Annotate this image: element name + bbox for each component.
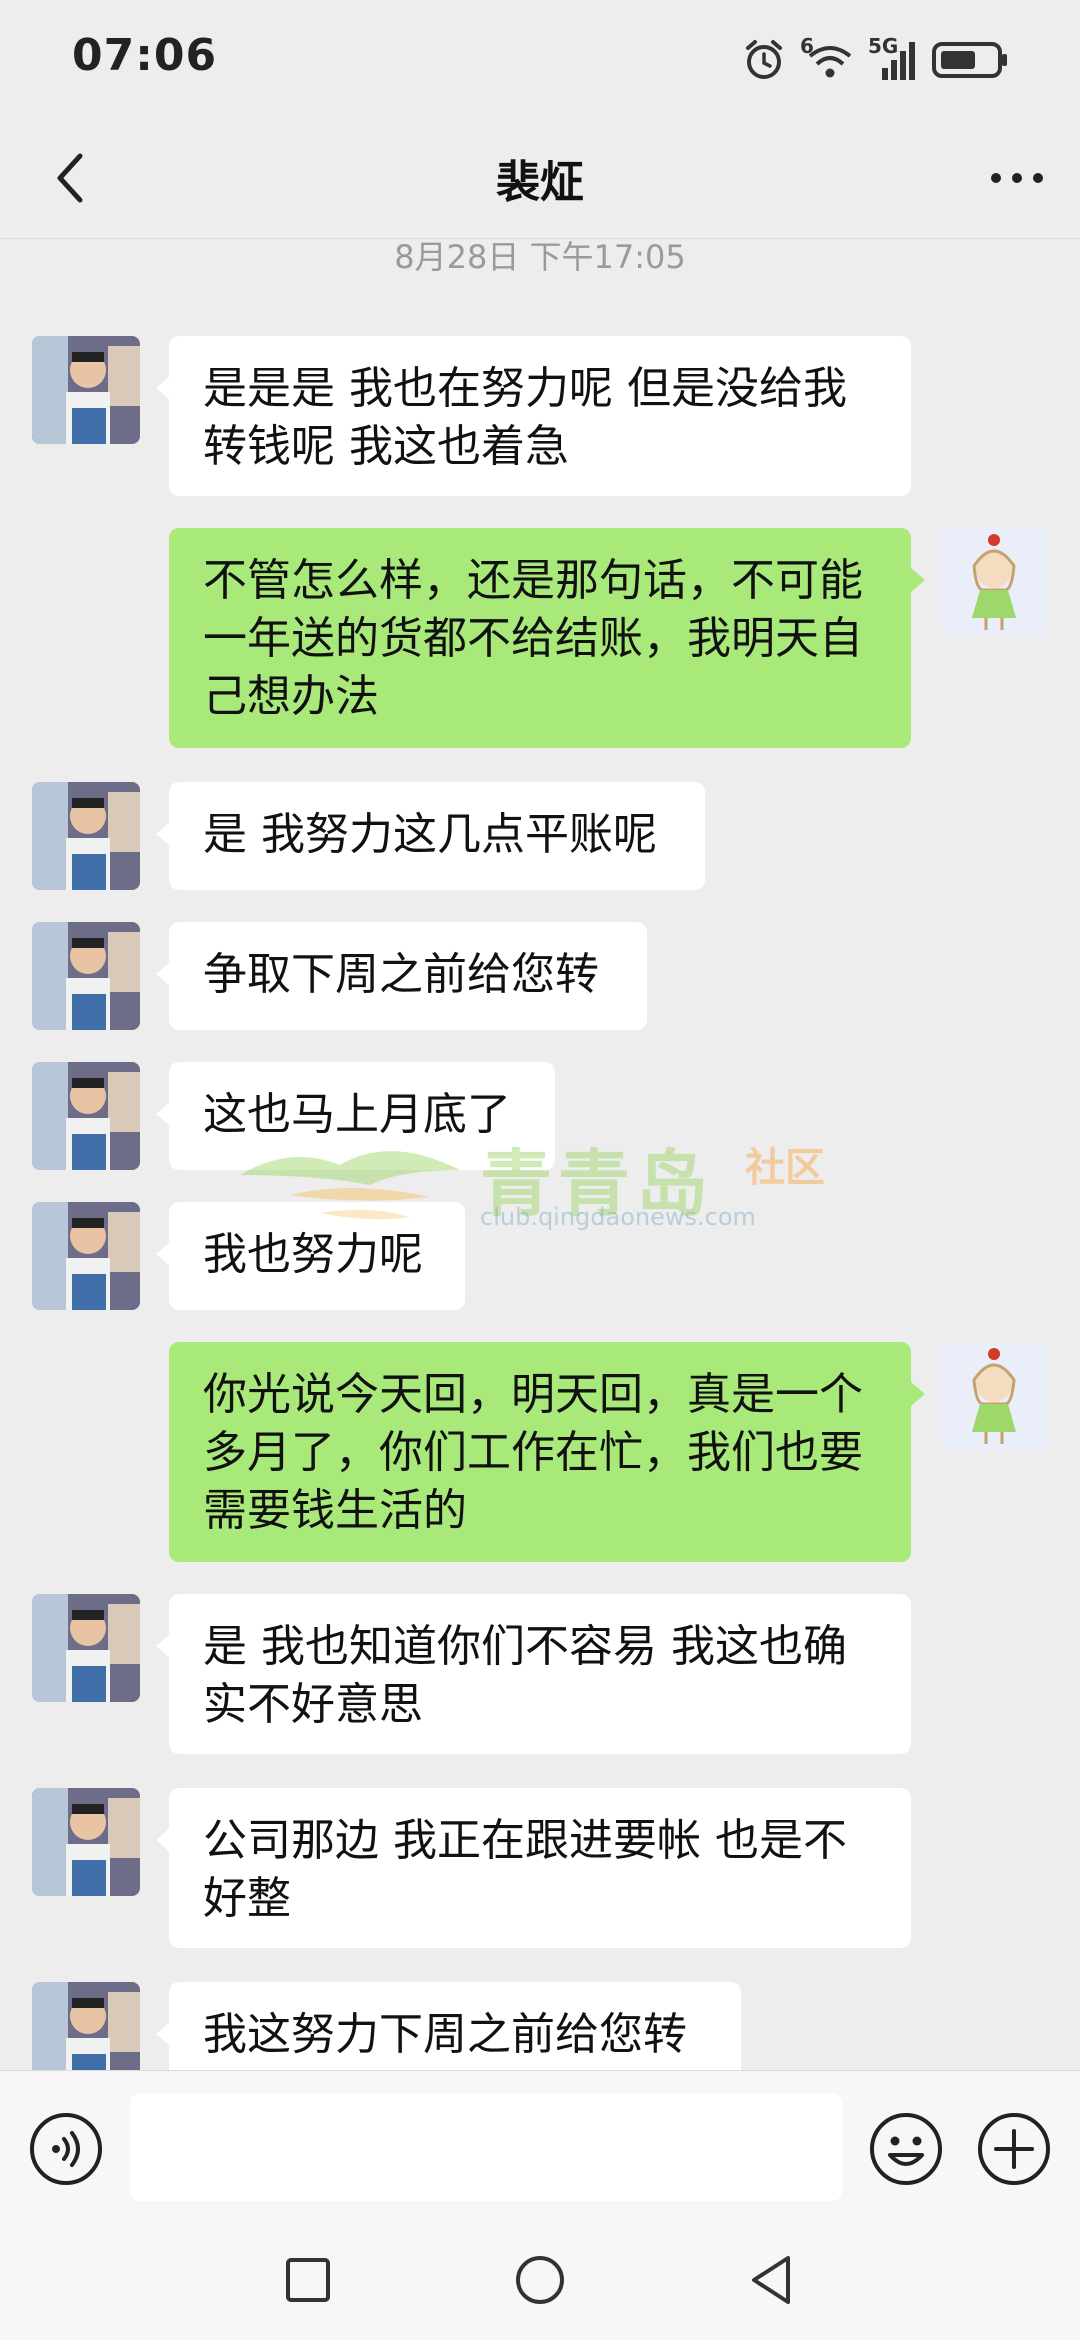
recent-apps-button[interactable] [278, 2250, 338, 2310]
voice-button[interactable] [28, 2111, 104, 2187]
message-bubble[interactable]: 这也马上月底了 [169, 1062, 555, 1170]
more-button[interactable] [972, 138, 1062, 218]
status-bar: 07:06 6 5G [0, 0, 1080, 120]
message-bubble[interactable]: 争取下周之前给您转 [169, 922, 647, 1030]
message-bubble[interactable]: 是 我努力这几点平账呢 [169, 782, 705, 890]
alarm-icon [746, 40, 782, 79]
chat-header: 裴炡 [0, 120, 1080, 239]
home-button[interactable] [510, 2250, 570, 2310]
contact-avatar[interactable] [32, 1788, 140, 1896]
back-icon [752, 2256, 790, 2304]
more-functions-button[interactable] [976, 2111, 1052, 2187]
voice-icon [30, 2113, 102, 2185]
recent-apps-icon [286, 2258, 330, 2302]
message-timestamp: 8月28日 下午17:05 [394, 238, 686, 276]
status-time: 07:06 [72, 30, 218, 81]
contact-avatar[interactable] [32, 1202, 140, 1310]
input-bar [0, 2070, 1080, 2221]
emoji-icon [870, 2113, 942, 2185]
contact-avatar[interactable] [32, 782, 140, 890]
more-dots-icon [991, 173, 1043, 183]
message-bubble[interactable]: 我这努力下周之前给您转 [169, 1982, 741, 2070]
contact-avatar[interactable] [32, 1062, 140, 1170]
plus-icon [978, 2113, 1050, 2185]
contact-avatar[interactable] [32, 1594, 140, 1702]
status-icons: 6 5G [742, 32, 1010, 88]
message-bubble[interactable]: 是是是 我也在努力呢 但是没给我 转钱呢 我这也着急 [169, 336, 911, 496]
signal-icon: 5G [868, 34, 918, 82]
contact-avatar[interactable] [32, 922, 140, 1030]
home-icon [516, 2256, 564, 2304]
emoji-button[interactable] [868, 2111, 944, 2187]
battery-icon [932, 42, 1007, 78]
nav-back-button[interactable] [742, 2250, 802, 2310]
self-avatar[interactable] [940, 1342, 1048, 1450]
system-nav-bar [0, 2220, 1080, 2340]
message-bubble[interactable]: 我也努力呢 [169, 1202, 465, 1310]
message-bubble[interactable]: 不管怎么样，还是那句话，不可能 一年送的货都不给结账，我明天自 己想办法 [169, 528, 911, 748]
self-avatar[interactable] [940, 528, 1048, 636]
message-bubble[interactable]: 公司那边 我正在跟进要帐 也是不 好整 [169, 1788, 911, 1948]
message-bubble[interactable]: 你光说今天回，明天回，真是一个 多月了，你们工作在忙，我们也要 需要钱生活的 [169, 1342, 911, 1562]
contact-avatar[interactable] [32, 1982, 140, 2070]
message-bubble[interactable]: 是 我也知道你们不容易 我这也确 实不好意思 [169, 1594, 911, 1754]
message-input[interactable] [130, 2093, 842, 2201]
chat-area[interactable]: 是是是 我也在努力呢 但是没给我 转钱呢 我这也着急 不管怎么样，还是那句话，不… [0, 300, 1080, 2070]
contact-avatar[interactable] [32, 336, 140, 444]
wifi-icon: 6 [800, 34, 854, 82]
contact-name: 裴炡 [496, 157, 584, 208]
